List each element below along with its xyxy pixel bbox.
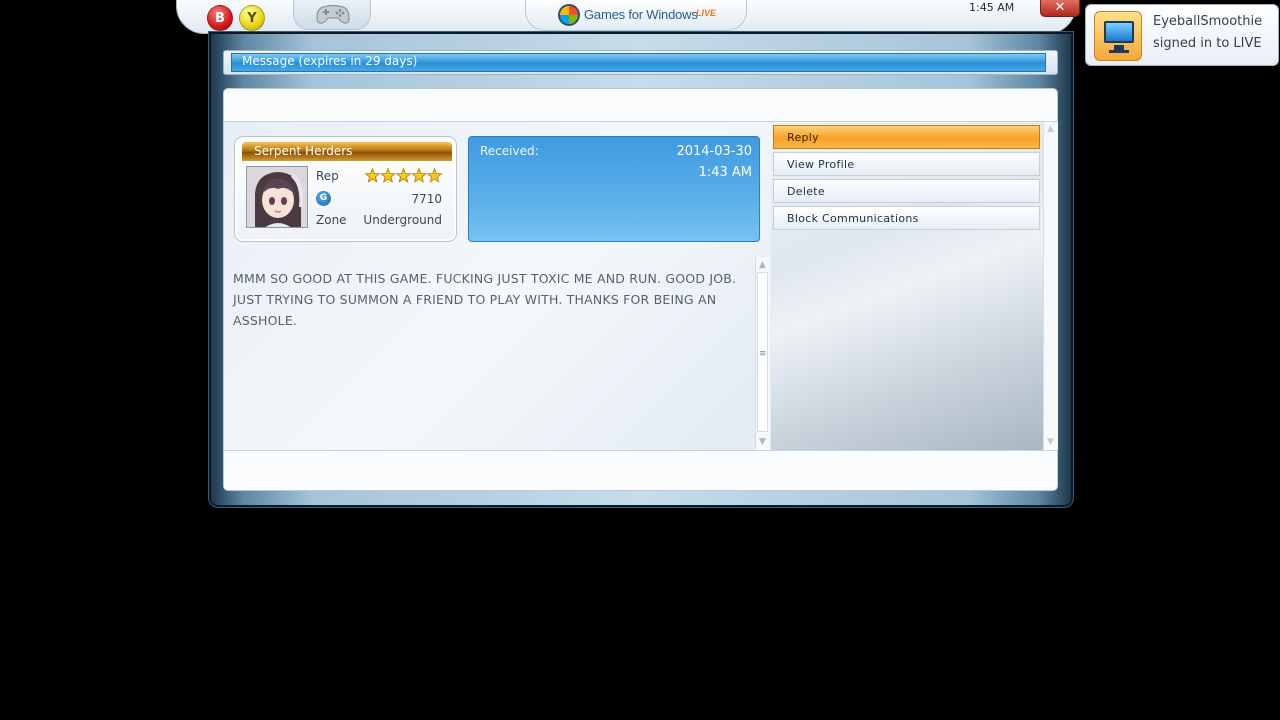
view-profile-button[interactable]: View Profile	[773, 152, 1040, 176]
sign-in-notification: EyeballSmoothie signed in to LIVE	[1085, 4, 1279, 66]
rep-star-icon	[426, 168, 443, 183]
monitor-icon	[1094, 11, 1142, 61]
rep-stars	[365, 168, 443, 183]
gamepad-icon	[316, 5, 350, 24]
block-communications-button[interactable]: Block Communications	[773, 206, 1040, 230]
actions-scrollbar[interactable]	[1043, 122, 1058, 450]
b-button[interactable]: B	[207, 5, 233, 31]
message-body: MMM SO GOOD AT THIS GAME. FUCKING JUST T…	[233, 271, 737, 328]
actions-scroll-down-icon[interactable]: ▼	[1045, 437, 1056, 447]
gamerscore-value: 7710	[411, 192, 442, 206]
close-button[interactable]: ✕	[1040, 0, 1080, 17]
zone-value: Underground	[363, 213, 442, 227]
rep-label: Rep	[316, 169, 339, 183]
brand-live-text: LIVE	[696, 8, 717, 18]
delete-button[interactable]: Delete	[773, 179, 1040, 203]
gamertag: Serpent Herders	[254, 144, 353, 158]
clock: 1:45 AM	[969, 1, 1015, 14]
grip-icon: ≡	[759, 349, 767, 359]
rep-star-icon	[395, 168, 412, 183]
notification-status: signed in to LIVE	[1153, 36, 1262, 51]
reply-button[interactable]: Reply	[773, 125, 1040, 149]
windows-logo-icon	[558, 4, 580, 26]
received-label: Received:	[480, 144, 539, 158]
y-button[interactable]: Y	[239, 5, 265, 31]
rep-star-icon	[411, 168, 427, 183]
brand-text: Games for Windows	[584, 7, 698, 22]
received-time: 1:43 AM	[698, 165, 752, 180]
window-title: Message (expires in 29 days)	[242, 54, 418, 68]
avatar	[246, 166, 308, 228]
rep-star-icon	[365, 168, 381, 183]
scroll-down-icon[interactable]: ▼	[757, 437, 768, 447]
notification-gamertag: EyeballSmoothie	[1153, 14, 1263, 29]
gamerscore-icon: G	[316, 191, 331, 206]
received-date: 2014-03-30	[676, 144, 752, 159]
rep-star-icon	[380, 168, 396, 183]
zone-label: Zone	[316, 213, 347, 227]
scroll-up-icon[interactable]: ▲	[757, 260, 768, 270]
actions-scroll-up-icon[interactable]: ▲	[1045, 124, 1056, 134]
